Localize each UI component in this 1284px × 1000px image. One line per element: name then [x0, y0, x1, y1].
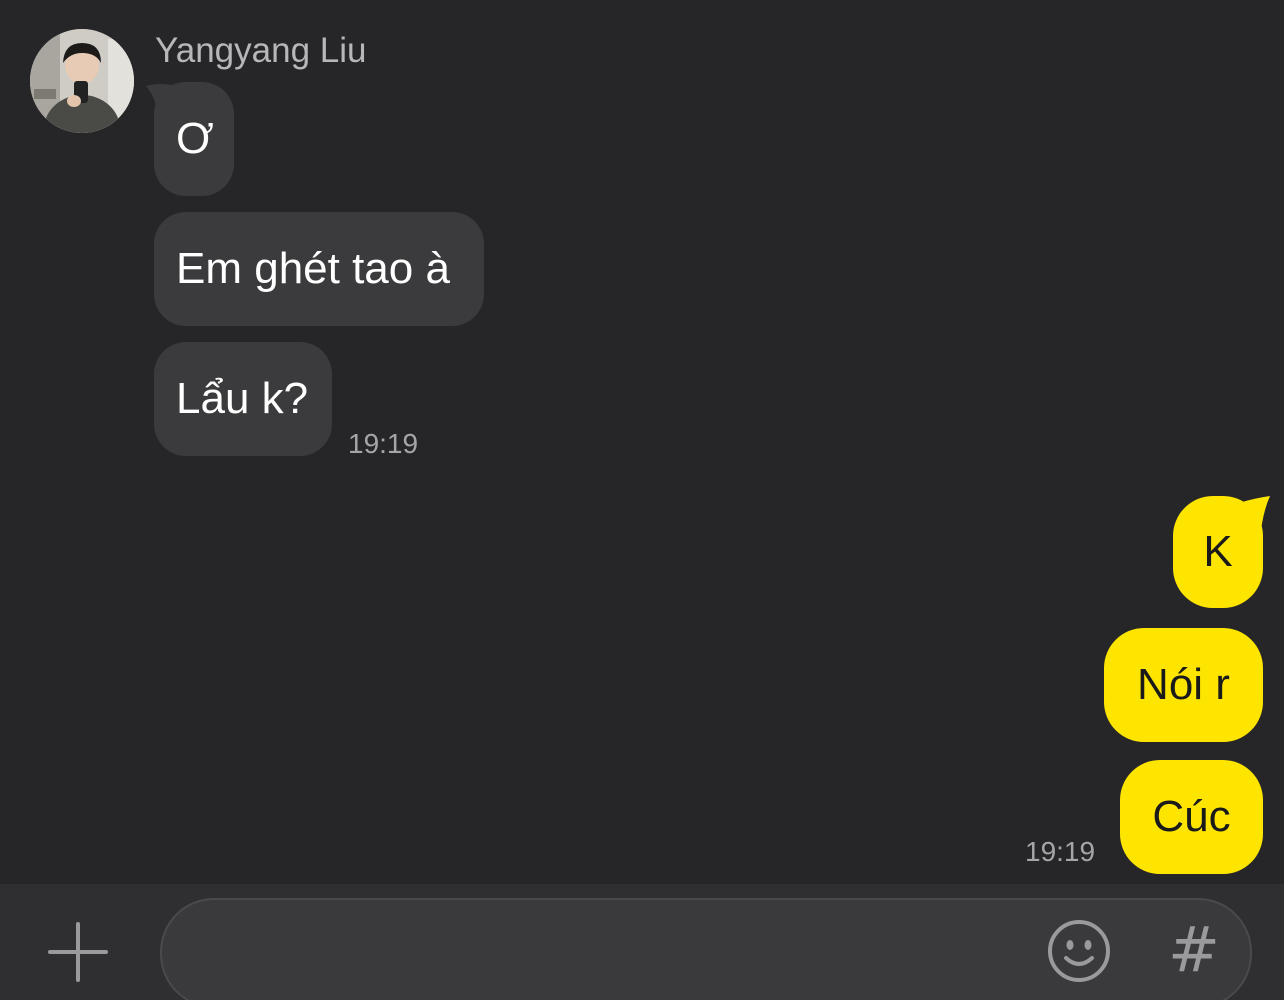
- message-text: Lẩu k?: [176, 374, 309, 423]
- emoji-icon: [1048, 920, 1110, 982]
- hashtag-icon: #: [1168, 913, 1220, 986]
- sender-avatar[interactable]: [30, 29, 134, 133]
- hashtag-button[interactable]: #: [1168, 913, 1220, 986]
- message-text: Nói r: [1137, 660, 1230, 709]
- outgoing-message-bubble[interactable]: K: [1173, 496, 1263, 608]
- sender-name: Yangyang Liu: [155, 31, 367, 70]
- incoming-message-bubble[interactable]: Em ghét tao à: [154, 212, 484, 326]
- emoji-button[interactable]: [1046, 918, 1112, 984]
- incoming-message-bubble[interactable]: Lẩu k?: [154, 342, 332, 456]
- outgoing-message-bubble[interactable]: Nói r: [1104, 628, 1263, 742]
- message-text: Ơ: [176, 114, 214, 163]
- incoming-message-bubble[interactable]: Ơ: [154, 82, 234, 196]
- profile-photo-image: [30, 29, 134, 133]
- outgoing-message-bubble[interactable]: Cúc: [1120, 760, 1263, 874]
- incoming-timestamp: 19:19: [348, 428, 419, 459]
- chat-screen: Yangyang Liu Ơ Em ghét tao à Lẩu k? 19:1…: [0, 0, 1284, 1000]
- plus-icon: [48, 922, 108, 982]
- attach-button[interactable]: [44, 918, 112, 986]
- message-text: Em ghét tao à: [176, 244, 450, 293]
- message-text: Cúc: [1152, 792, 1231, 841]
- message-input[interactable]: [192, 924, 1036, 982]
- message-text: K: [1203, 527, 1233, 576]
- outgoing-timestamp: 19:19: [1025, 836, 1096, 867]
